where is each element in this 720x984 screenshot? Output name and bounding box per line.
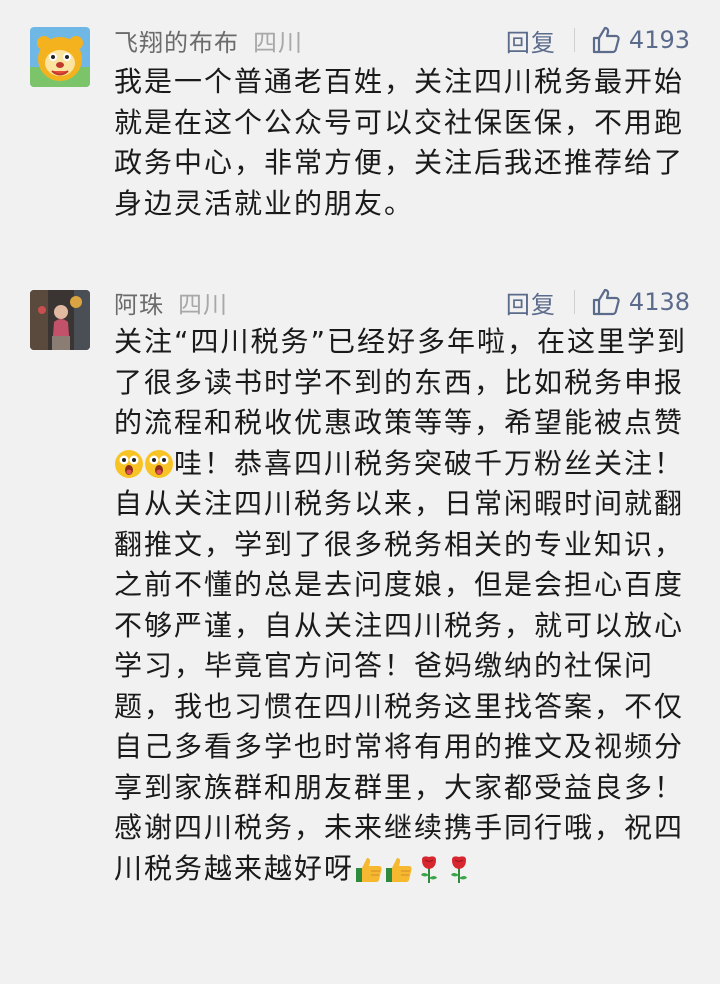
surprised-face-emoji-icon [115,449,143,478]
nickname[interactable]: 阿珠 [114,285,164,320]
comment-item: 阿珠 四川 回复 4138 关注“四川税务”已经好多年啦，在这里学到了很多读书时… [0,0,720,984]
avatar[interactable] [30,290,90,350]
thumbs-up-emoji-icon [386,857,412,882]
comment-text-part: 哇！恭喜四川税务突破千万粉丝关注！自从关注四川税务以来，日常闲暇时间就翻翻推文，… [114,446,685,885]
comment-actions: 回复 4138 [506,285,690,320]
reply-button[interactable]: 回复 [506,285,556,320]
like-button[interactable]: 4138 [591,287,690,317]
photo-avatar-icon [30,290,90,350]
like-count: 4138 [628,288,690,316]
rose-emoji-icon [451,855,468,883]
divider [573,290,575,314]
comment-text-part: 关注“四川税务”已经好多年啦，在这里学到了很多读书时学不到的东西，比如税务申报的… [114,325,688,439]
comment-text: 关注“四川税务”已经好多年啦，在这里学到了很多读书时学不到的东西，比如税务申报的… [114,322,689,889]
thumbs-up-emoji-icon [356,857,382,882]
rose-emoji-icon [421,855,438,883]
location-label: 四川 [178,290,228,319]
thumbs-up-icon [592,288,620,316]
surprised-face-emoji-icon [145,449,173,478]
comment-header: 阿珠 四川 回复 4138 [114,282,690,322]
